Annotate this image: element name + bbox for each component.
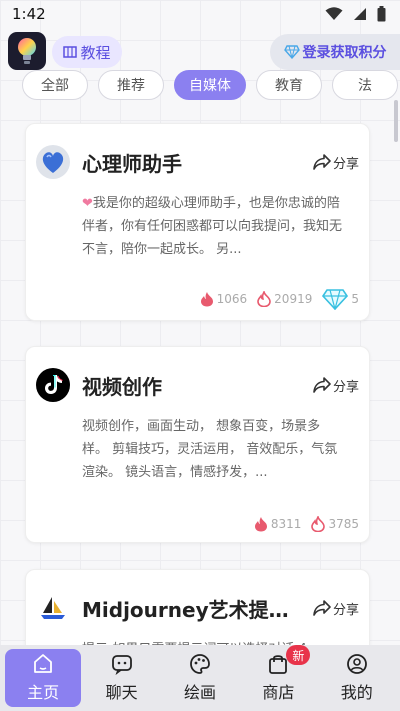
card-description: ❤我是你的超级心理师助手，也是你忠诚的陪伴者，你有任何困惑都可以向我提问，我知无…: [82, 196, 343, 257]
tiktok-icon: [36, 368, 70, 402]
hot-stat: 1066: [200, 291, 248, 307]
bottom-nav: 主页 聊天 绘画 商店 新 我的: [0, 645, 400, 711]
signal-icon: [354, 8, 366, 20]
scroll-indicator[interactable]: [394, 100, 398, 142]
card-title: Midjourney艺术提示...: [82, 597, 300, 622]
diamond-icon: [322, 289, 349, 310]
nav-chat-label: 聊天: [105, 683, 138, 702]
share-button[interactable]: 分享: [312, 153, 359, 172]
login-label: 登录获取积分: [302, 45, 387, 61]
nav-chat[interactable]: 聊天: [84, 649, 160, 707]
nav-store-label: 商店: [262, 683, 295, 702]
tab-law[interactable]: 法: [332, 70, 398, 100]
nav-profile[interactable]: 我的: [319, 649, 395, 707]
share-label: 分享: [332, 602, 359, 618]
diamond-icon: [283, 45, 300, 59]
palette-icon: [190, 654, 210, 674]
fire-count: 3785: [328, 517, 359, 531]
nav-profile-label: 我的: [340, 683, 373, 702]
share-icon: [313, 154, 331, 170]
heart-icon: ❤: [82, 196, 93, 211]
nav-painting-label: 绘画: [183, 683, 216, 702]
login-points-button[interactable]: 登录获取积分: [270, 34, 400, 70]
tutorial-button[interactable]: 教程: [52, 36, 122, 68]
tab-recommended[interactable]: 推荐: [98, 70, 164, 100]
tutorial-label: 教程: [80, 43, 111, 62]
nav-home[interactable]: 主页: [5, 649, 82, 707]
diamond-stat: 5: [322, 288, 359, 310]
status-bar: 1:42: [0, 0, 400, 28]
hot-stat: 8311: [254, 516, 302, 532]
assistant-card[interactable]: 心理师助手 分享 ❤我是你的超级心理师助手，也是你忠诚的陪伴者，你有任何困惑都可…: [25, 123, 370, 321]
sailboat-icon: [36, 591, 70, 625]
flame-filled-icon: [200, 292, 213, 307]
status-icons: [325, 6, 386, 22]
status-time: 1:42: [12, 5, 46, 23]
category-tabs: 全部 推荐 自媒体 教育 法: [0, 70, 400, 102]
hot-count: 8311: [270, 517, 302, 531]
home-icon: [34, 654, 53, 673]
app-logo[interactable]: [8, 32, 46, 70]
card-title: 视频创作: [82, 374, 162, 399]
nav-home-label: 主页: [27, 683, 60, 702]
wifi-icon: [325, 7, 343, 20]
flame-outline-icon: [311, 516, 326, 532]
heart-avatar-icon: [36, 145, 70, 179]
card-header: 心理师助手 分享: [36, 144, 359, 180]
nav-store[interactable]: 商店 新: [240, 645, 316, 707]
card-stats: 8311 3785: [254, 516, 359, 532]
fire-stat: 3785: [311, 516, 359, 532]
tab-self-media[interactable]: 自媒体: [174, 70, 246, 100]
book-icon: [63, 45, 78, 58]
profile-icon: [346, 654, 367, 674]
card-header: Midjourney艺术提示... 分享: [36, 590, 359, 626]
battery-icon: [377, 6, 386, 22]
chat-icon: [111, 655, 132, 675]
share-button[interactable]: 分享: [312, 599, 359, 618]
top-bar: 教程 登录获取积分: [0, 30, 400, 74]
card-title: 心理师助手: [82, 151, 182, 176]
card-stats: 1066 20919 5: [200, 288, 359, 310]
diamond-count: 5: [351, 292, 359, 306]
card-header: 视频创作 分享: [36, 367, 359, 403]
fire-stat: 20919: [257, 291, 312, 307]
flame-filled-icon: [254, 517, 267, 532]
fire-count: 20919: [274, 292, 313, 306]
lightbulb-logo-icon: [18, 38, 36, 64]
share-label: 分享: [332, 156, 359, 172]
tab-education[interactable]: 教育: [256, 70, 322, 100]
assistant-card[interactable]: 视频创作 分享 视频创作，画面生动， 想象百变，场景多样。 剪辑技巧，灵活运用，…: [25, 346, 370, 543]
flame-outline-icon: [257, 291, 271, 307]
nav-painting[interactable]: 绘画: [162, 649, 238, 707]
card-description: 视频创作，画面生动， 想象百变，场景多样。 剪辑技巧，灵活运用， 音效配乐，气氛…: [82, 419, 338, 480]
share-button[interactable]: 分享: [312, 376, 359, 395]
share-label: 分享: [332, 379, 359, 395]
tab-all[interactable]: 全部: [22, 70, 88, 100]
hot-count: 1066: [216, 292, 248, 306]
new-badge: 新: [286, 645, 311, 665]
share-icon: [313, 377, 331, 393]
share-icon: [313, 600, 331, 616]
